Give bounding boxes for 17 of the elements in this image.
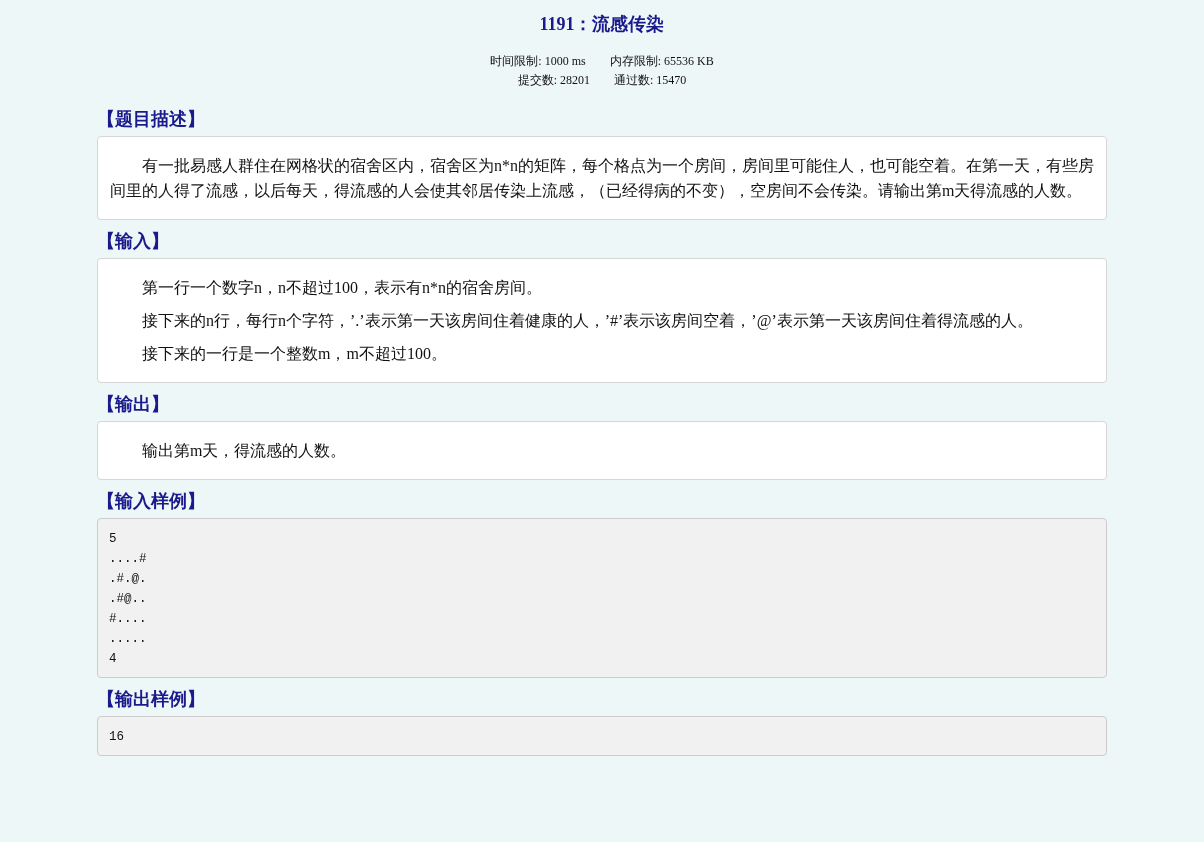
- stat-text: 提交数: 28201: [517, 72, 590, 89]
- stat-text: 通过数: 15470: [614, 72, 687, 89]
- stat-text: 时间限制: 1000 ms: [490, 53, 586, 70]
- problem-title: 1191：流感传染: [538, 13, 666, 36]
- code-block: 5 ....# .#.@. .#@.. #.... ..... 4: [97, 518, 1107, 678]
- paragraph: 接下来的一行是一个整数m，m不超过100。: [141, 344, 448, 364]
- section-heading: 【输出】: [97, 393, 170, 415]
- section-heading: 【输入】: [97, 230, 170, 252]
- paragraph: 接下来的n行，每行n个字符，’.’表示第一天该房间住着健康的人，’#’表示该房间空着，’@’表示第一天该房间住着得流感的人。: [141, 311, 1034, 332]
- section-heading: 【输入样例】: [97, 490, 206, 512]
- paragraph: 输出第m天，得流感的人数。: [141, 441, 348, 461]
- paragraph: 第一行一个数字n，n不超过100，表示有n*n的宿舍房间。: [141, 278, 543, 298]
- paragraph: 有一批易感人群住在网格状的宿舍区内，宿舍区为n*n的矩阵，每个格点为一个房间，房间里可能住人，也可能空着。在第一天，有些房间里的人得了流感，以后每天，得流感的人会使其邻居传染上流感，（已经得病的不变），空房间不会传染。请输出第m天得流感的人数。: [110, 156, 1094, 201]
- stat-text: 内存限制: 65536 KB: [609, 53, 714, 70]
- section-heading: 【输出样例】: [97, 688, 206, 710]
- section-heading: 【题目描述】: [97, 108, 206, 130]
- code-block: 16: [97, 716, 1107, 756]
